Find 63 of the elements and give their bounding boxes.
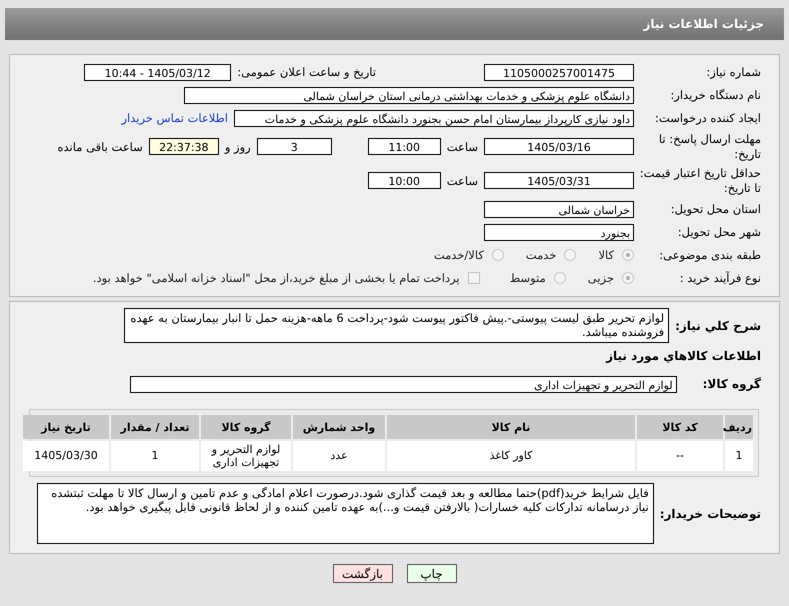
validity-time-field: 10:00 xyxy=(368,172,441,189)
field-label: شماره نیاز: xyxy=(705,65,762,79)
requester-field: داود نیازی کارپرداز بیمارستان امام حسن بجنورد دانشگاه علوم پزشکی و خدمات xyxy=(234,110,634,126)
column-header: تاریخ نیاز xyxy=(23,415,109,439)
table-cell: لوازم التحریر و تجهیزات اداری xyxy=(201,441,291,471)
print-button[interactable]: چاپ xyxy=(406,564,456,583)
field-label: روز و xyxy=(224,140,251,154)
field-label: حداقل تاریخ اعتبار قیمت: تا تاریخ: xyxy=(638,166,762,195)
field-label: استان محل تحویل: xyxy=(670,202,762,216)
radio-label: کالا xyxy=(598,248,614,262)
validity-date-field: 1405/03/31 xyxy=(484,172,634,189)
radio-button[interactable] xyxy=(564,249,576,261)
radio-label: خدمت xyxy=(526,248,556,262)
column-header: نام کالا xyxy=(387,415,635,439)
column-header: کد کالا xyxy=(637,415,723,439)
notes-box: فایل شرایط خرید(pdf)حتما مطالعه و بعد قیمت گذاری شود.درصورت اعلام امادگی و عدم تامین و ارسال کالا تا مهلت ثبتشده نیاز درسامانه تدارکات کلیه خسارات( بالارفتن قیمت و...)به عهده تامین کننده و از لحاظ قانونی قابل پیگیری خواهد بود. xyxy=(36,483,654,544)
radio-label: متوسط xyxy=(510,271,546,285)
radio-label: کالا/خدمت xyxy=(434,248,484,262)
section-heading: اطلاعات کالاهاي مورد نياز xyxy=(604,349,762,363)
radio-label: جزیی xyxy=(588,271,614,285)
buyer-contact-link[interactable]: اطلاعات تماس خریدار xyxy=(121,111,228,125)
table-cell: 1 xyxy=(111,441,199,471)
checkbox[interactable] xyxy=(468,272,480,284)
field-label: ساعت xyxy=(446,140,478,154)
column-header: تعداد / مقدار xyxy=(111,415,199,439)
announce-date-field: 1405/03/12 - 10:44 xyxy=(84,64,232,80)
table-cell: 1405/03/30 xyxy=(23,441,109,471)
reply-time-field: 11:00 xyxy=(368,138,441,155)
goods-group-field: لوازم التحریر و تجهیزات اداری xyxy=(130,376,677,392)
table-cell: -- xyxy=(637,441,723,471)
province-field: خراسان شمالی xyxy=(484,200,634,218)
column-header: ردیف xyxy=(725,415,753,439)
table-cell: عدد xyxy=(293,441,385,471)
field-label: ساعت xyxy=(446,174,478,188)
buyer-org-field: دانشگاه علوم پزشکی و خدمات بهداشتی درمانی استان خراسان شمالی xyxy=(184,86,634,104)
page-title: جزئیات اطلاعات نیاز xyxy=(643,17,764,31)
need-number-field: 1105000257001475 xyxy=(484,64,634,80)
field-label: تاریخ و ساعت اعلان عمومی: xyxy=(237,65,376,79)
radio-button[interactable] xyxy=(622,272,634,284)
field-label: شرح کلي نياز: xyxy=(674,318,762,332)
field-label: شهر محل تحویل: xyxy=(676,225,762,239)
field-label: توضیحات خریدار: xyxy=(658,506,762,520)
radio-button[interactable] xyxy=(492,249,504,261)
column-header: واحد شمارش xyxy=(293,415,385,439)
column-header: گروه کالا xyxy=(201,415,291,439)
description-box: لوازم تحریر طبق لیست پیوستی-.پیش فاکتور پیوست شود-پرداخت 6 ماهه-هزینه حمل تا انبار بیمارستان به عهده فروشنده میباشد. xyxy=(124,308,670,343)
radio-button[interactable] xyxy=(622,249,634,261)
back-button[interactable]: بازگشت xyxy=(332,564,392,583)
field-label: ساعت باقی مانده xyxy=(58,140,143,154)
field-label: ایجاد کننده درخواست: xyxy=(654,111,762,125)
reply-date-field: 1405/03/16 xyxy=(484,138,634,155)
field-label: نام دستگاه خریدار: xyxy=(669,88,762,102)
city-field: بجنورد xyxy=(484,224,634,240)
field-label: نوع فرآیند خرید : xyxy=(678,271,762,285)
field-label: مهلت ارسال پاسخ: تا تاریخ: xyxy=(658,132,762,161)
field-label: گروه کالا: xyxy=(702,377,762,391)
days-field: 3 xyxy=(256,138,332,155)
table-cell: 1 xyxy=(725,441,753,471)
field-label: طبقه بندی موضوعی: xyxy=(658,248,762,262)
radio-button[interactable] xyxy=(554,272,566,284)
checkbox-label: پرداخت تمام یا بخشی از مبلغ خرید،از محل "اسناد خزانه اسلامی" خواهد بود. xyxy=(92,271,460,285)
table-cell: کاور کاغذ xyxy=(387,441,635,471)
remaining-time-field: 22:37:38 xyxy=(148,138,219,155)
